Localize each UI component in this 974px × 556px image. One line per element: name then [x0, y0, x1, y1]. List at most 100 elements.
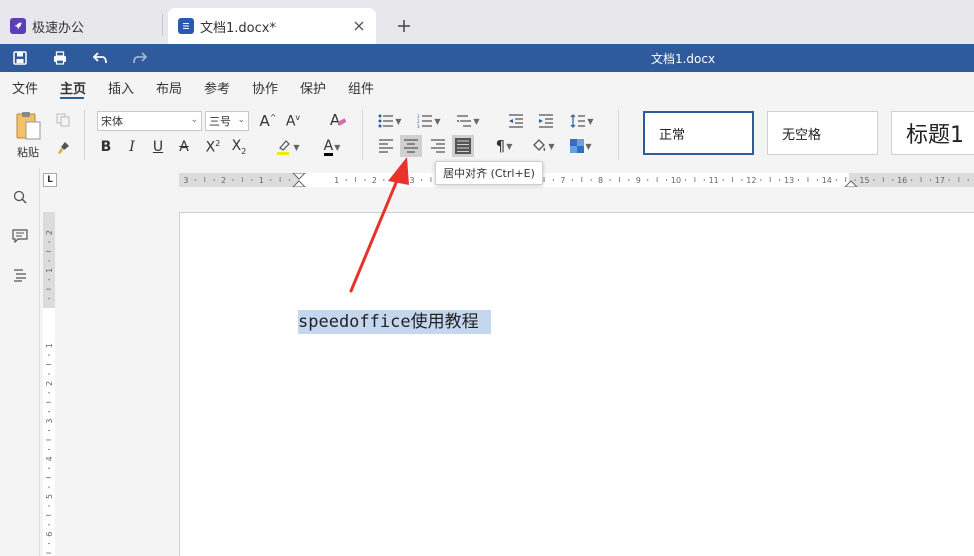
document-page[interactable] — [179, 212, 974, 556]
ruler-label: 5 — [45, 494, 54, 499]
borders-button[interactable]: ▼ — [566, 136, 596, 156]
ruler-tick — [48, 373, 50, 375]
chevron-down-icon: ⌄ — [190, 115, 198, 125]
ruler-label: 2 — [45, 230, 54, 235]
style-normal[interactable]: 正常 — [643, 111, 754, 155]
align-left-button[interactable] — [376, 136, 396, 156]
style-heading1[interactable]: 标题1 — [891, 111, 974, 155]
highlight-color-button[interactable]: ▼ — [274, 137, 302, 157]
horizontal-ruler[interactable]: 3211234567891011121314151617 — [179, 173, 974, 187]
search-button[interactable] — [10, 187, 30, 207]
font-color-button[interactable]: A ▼ — [318, 137, 346, 157]
increase-indent-button[interactable] — [536, 111, 556, 131]
bold-icon: B — [100, 139, 112, 155]
increase-font-icon: A^ — [259, 112, 277, 130]
ruler-tick — [48, 298, 50, 300]
line-spacing-button[interactable]: ▼ — [568, 111, 596, 131]
strikethrough-button[interactable]: A — [175, 137, 193, 157]
subscript-button[interactable]: X2 — [228, 137, 250, 157]
numbered-list-button[interactable]: 123 ▼ — [415, 111, 443, 131]
ruler-label: 1 — [45, 343, 54, 348]
align-right-icon — [431, 139, 445, 153]
bullet-list-button[interactable]: ▼ — [376, 111, 404, 131]
chevron-down-icon: ▼ — [434, 116, 441, 126]
outline-icon — [14, 269, 26, 282]
rocket-icon — [10, 18, 26, 34]
decrease-font-button[interactable]: Av — [283, 111, 303, 131]
underline-button[interactable]: U — [149, 137, 167, 157]
new-tab-button[interactable] — [392, 14, 416, 38]
brush-icon — [58, 142, 69, 154]
align-center-button[interactable] — [400, 135, 422, 157]
paste-label: 粘贴 — [17, 146, 39, 159]
browser-tab-document[interactable]: 文档1.docx* — [168, 8, 376, 44]
multilevel-list-button[interactable]: ▼ — [454, 111, 482, 131]
ruler-tick — [46, 514, 51, 516]
style-label: 正常 — [659, 127, 686, 143]
comments-button[interactable] — [10, 226, 30, 246]
ruler-label: 1 — [45, 268, 54, 273]
close-icon[interactable] — [350, 17, 368, 35]
font-size-select[interactable]: 三号 ⌄ — [205, 111, 249, 131]
separator — [362, 110, 363, 160]
decrease-indent-button[interactable] — [506, 111, 526, 131]
left-sidebar — [0, 168, 40, 556]
ruler-tick — [46, 439, 51, 441]
ruler-label: 2 — [45, 381, 54, 386]
chevron-down-icon: ▼ — [395, 116, 402, 126]
pilcrow-icon: ¶ — [495, 137, 506, 155]
ruler-tick — [48, 392, 50, 394]
style-label: 标题1 — [906, 123, 964, 148]
format-painter-button[interactable] — [54, 139, 72, 157]
tab-collaborate[interactable]: 协作 — [252, 78, 278, 97]
line-spacing-icon — [570, 114, 586, 128]
tab-home[interactable]: 主页 — [60, 78, 86, 97]
ruler-tick — [46, 477, 51, 479]
tab-stop-selector[interactable]: L — [43, 173, 57, 187]
bold-button[interactable]: B — [97, 137, 115, 157]
paste-button[interactable] — [12, 110, 44, 142]
style-no-spacing[interactable]: 无空格 — [767, 111, 878, 155]
tab-references[interactable]: 参考 — [204, 78, 230, 97]
tab-file[interactable]: 文件 — [12, 78, 38, 97]
clear-format-button[interactable]: A — [325, 110, 347, 130]
separator — [84, 110, 85, 160]
navigation-button[interactable] — [10, 265, 30, 285]
tab-layout[interactable]: 布局 — [156, 78, 182, 97]
tab-plugins[interactable]: 组件 — [348, 78, 374, 97]
comment-icon — [12, 229, 28, 243]
multilevel-list-icon — [457, 115, 472, 127]
ruler-tick — [46, 250, 51, 252]
title-bar: 文档1.docx — [0, 44, 974, 72]
italic-button[interactable]: I — [123, 137, 141, 157]
numbered-list-icon: 123 — [417, 114, 433, 128]
superscript-icon: X2 — [205, 138, 221, 156]
font-name-select[interactable]: 宋体 ⌄ — [97, 111, 202, 131]
ruler-tick — [46, 288, 51, 290]
ruler-tick — [48, 430, 50, 432]
vertical-ruler[interactable]: 2 1 1 2 3 4 5 6 — [43, 212, 55, 556]
tab-protect[interactable]: 保护 — [300, 78, 326, 97]
indent-icon — [539, 114, 553, 128]
superscript-button[interactable]: X2 — [202, 137, 224, 157]
increase-font-button[interactable]: A^ — [258, 111, 278, 131]
copy-button[interactable] — [54, 111, 72, 129]
tab-insert[interactable]: 插入 — [108, 78, 134, 97]
browser-tab-strip: 极速办公 文档1.docx* — [0, 0, 974, 44]
ribbon-toolbar: 粘贴 宋体 ⌄ 三号 ⌄ A^ Av A B I U A X2 X2 ▼ A ▼… — [0, 100, 974, 168]
ruler-tick — [48, 279, 50, 281]
ruler-tick — [48, 241, 50, 243]
browser-tab-home[interactable]: 极速办公 — [0, 8, 160, 44]
paragraph-marks-button[interactable]: ¶ ▼ — [490, 136, 518, 156]
ruler-tick — [48, 486, 50, 488]
search-icon — [13, 190, 27, 204]
document-text-selection[interactable]: speedoffice使用教程 — [298, 310, 491, 334]
align-right-button[interactable] — [428, 136, 448, 156]
ruler-tick — [46, 401, 51, 403]
browser-tab-label: 文档1.docx* — [200, 20, 276, 36]
shading-button[interactable]: ▼ — [528, 136, 558, 156]
chevron-down-icon: ▼ — [334, 142, 341, 152]
justify-button[interactable] — [452, 135, 474, 157]
strikethrough-icon: A — [179, 139, 189, 155]
copy-icon — [56, 113, 70, 127]
